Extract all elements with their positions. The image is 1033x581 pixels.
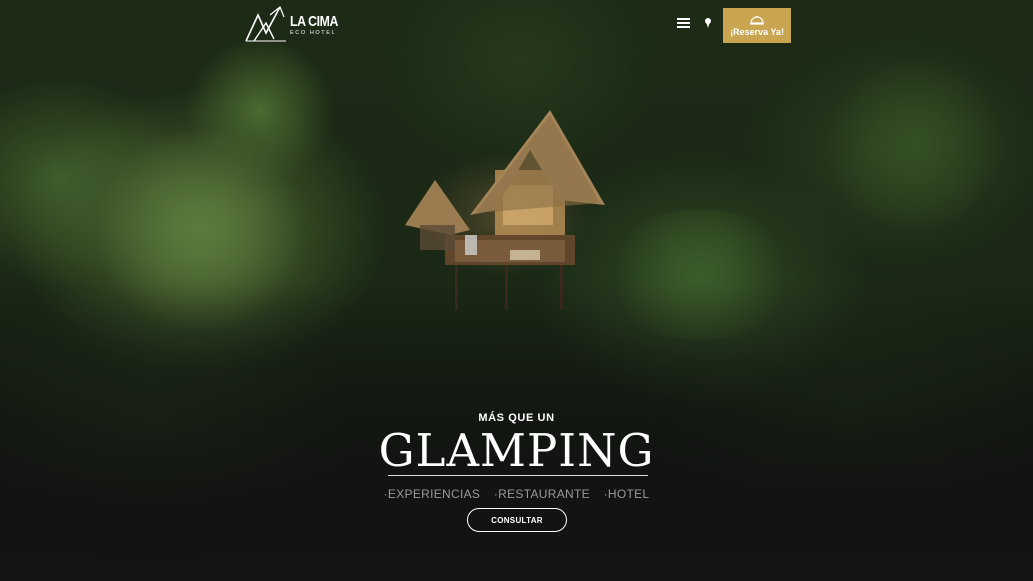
reserve-button[interactable]: ¡Reserva Ya! [723,8,791,43]
hero-headline: GLAMPING [378,424,655,477]
foliage-background [820,60,1010,230]
foliage-background [600,210,800,340]
hero-section: LA CIMA ECO HOTEL ¡Reserva Ya! MÁS QUE U… [0,0,1033,581]
foliage-background [180,40,340,180]
service-bell-icon [750,15,764,25]
brand-logo[interactable]: LA CIMA ECO HOTEL [244,5,348,45]
logo-mountain-icon [245,6,286,42]
service-item-hotel: ·HOTEL [603,487,650,501]
headline-underline [388,475,648,476]
service-item-experiencias: ·EXPERIENCIAS [383,487,481,501]
hamburger-menu-icon[interactable] [677,18,690,29]
hero-eyebrow: MÁS QUE UN [478,412,555,424]
logo-wordmark: LA CIMA ECO HOTEL [290,14,348,37]
reserve-button-label: ¡Reserva Ya! [730,26,784,37]
map-pin-icon[interactable] [703,17,713,29]
services-list: ·EXPERIENCIAS ·RESTAURANTE ·HOTEL [0,487,1033,501]
foliage-background [90,130,310,330]
brand-subtitle: ECO HOTEL [290,29,337,36]
service-item-restaurante: ·RESTAURANTE [493,487,590,501]
cabin-image [405,110,605,310]
brand-name: LA CIMA [290,12,338,30]
consultar-button[interactable]: CONSULTAR [467,508,567,532]
